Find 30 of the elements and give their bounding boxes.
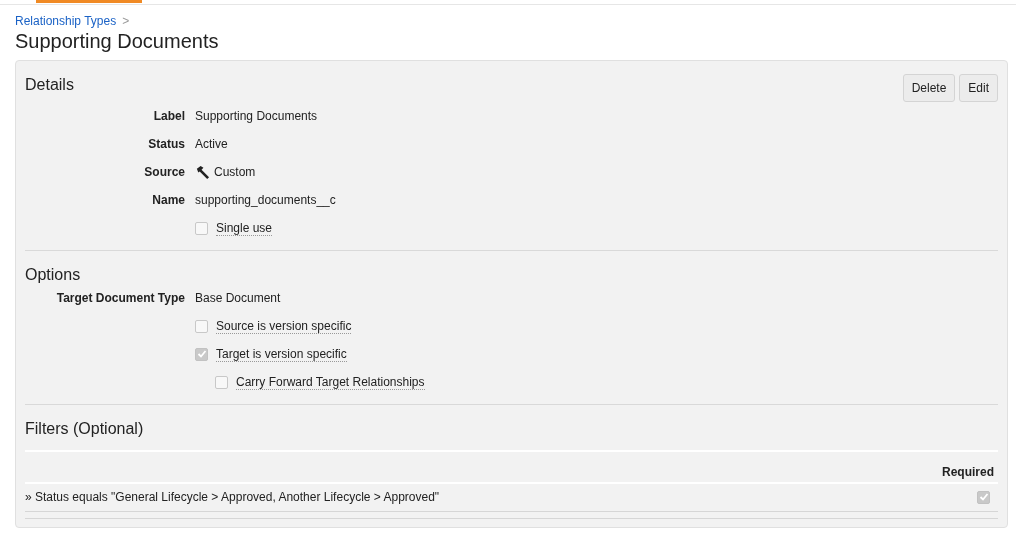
section-heading: Details (25, 76, 74, 94)
checkbox[interactable] (195, 347, 208, 361)
field-label: Label (152, 109, 186, 123)
checkbox[interactable] (195, 319, 208, 333)
checkbox-label: Single use (216, 220, 273, 236)
field-value: Active (195, 137, 228, 151)
field-label: Source (143, 165, 186, 179)
required-checkbox[interactable] (977, 490, 990, 504)
checkbox-label: Carry Forward Target Relationships (236, 374, 425, 390)
filter-text: » Status equals "General Lifecycle > Approved, Another Lifecycle > Approved" (25, 490, 440, 504)
field-value: Custom (214, 165, 256, 179)
breadcrumb-link[interactable]: Relationship Types (15, 14, 117, 28)
field-value: Base Document (195, 291, 281, 305)
page-title: Supporting Documents (15, 30, 220, 53)
column-header: Required (942, 465, 994, 479)
hammer-icon (195, 164, 210, 180)
field-value: Supporting Documents (195, 109, 318, 123)
section-heading: Filters (Optional) (25, 420, 144, 438)
action-button[interactable]: Edit (959, 74, 998, 102)
checkbox[interactable] (215, 375, 228, 389)
field-label: Target Document Type (55, 291, 186, 305)
checkbox-label: Target is version specific (216, 346, 347, 362)
action-button[interactable]: Delete (902, 74, 956, 102)
checkbox-label: Source is version specific (216, 318, 352, 334)
field-label: Status (147, 137, 186, 151)
checkbox[interactable] (195, 221, 208, 235)
breadcrumb-separator: > (122, 14, 130, 28)
field-value: supporting_documents__c (195, 193, 336, 207)
section-heading: Options (25, 266, 81, 284)
field-label: Name (151, 193, 186, 207)
